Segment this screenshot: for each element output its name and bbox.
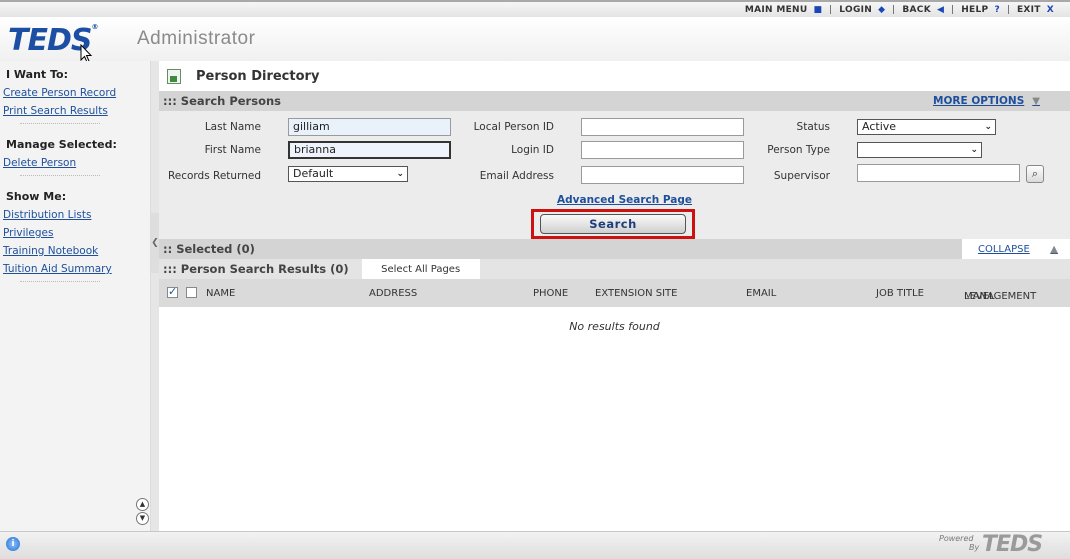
footer-teds-logo: TEDS bbox=[982, 532, 1043, 557]
sidebar: I Want To: Create Person Record Print Se… bbox=[0, 61, 151, 531]
footer: i Powered By TEDS bbox=[0, 531, 1070, 559]
last-name-label: Last Name bbox=[204, 121, 261, 133]
sidebar-heading-manage-selected: Manage Selected: bbox=[6, 138, 117, 151]
main-content: Person Directory ::: Search Persons MORE… bbox=[159, 61, 1070, 531]
sidebar-collapse-handle[interactable]: ❮ bbox=[151, 213, 159, 273]
email-address-input[interactable] bbox=[581, 166, 744, 184]
print-search-results-link[interactable]: Print Search Results bbox=[0, 105, 150, 117]
arrow-up-icon: ▲ bbox=[1050, 243, 1058, 255]
local-person-id-input[interactable] bbox=[581, 118, 744, 136]
training-notebook-link[interactable]: Training Notebook bbox=[0, 245, 150, 257]
sidebar-divider bbox=[20, 123, 100, 131]
create-person-record-link[interactable]: Create Person Record bbox=[0, 87, 150, 99]
select-all-checkbox[interactable] bbox=[167, 285, 178, 298]
nav-divider bbox=[830, 5, 832, 14]
login-id-label: Login ID bbox=[511, 144, 554, 156]
chevron-down-icon: ⌄ bbox=[970, 145, 978, 155]
advanced-search-page-link[interactable]: Advanced Search Page bbox=[557, 194, 692, 206]
column-extension-site[interactable]: EXTENSION SITE bbox=[595, 288, 677, 299]
results-column-header: NAME ADDRESS PHONE EXTENSION SITE EMAIL … bbox=[159, 279, 1070, 307]
nav-divider bbox=[952, 5, 954, 14]
column-name[interactable]: NAME bbox=[206, 288, 235, 299]
chevron-down-icon: ⌄ bbox=[396, 169, 404, 179]
row-select-checkbox[interactable] bbox=[186, 287, 197, 298]
diamond-icon: ◆ bbox=[878, 4, 886, 15]
help-link[interactable]: HELP ? bbox=[955, 5, 1006, 15]
no-results-message: No results found bbox=[569, 320, 660, 333]
email-address-label: Email Address bbox=[479, 170, 554, 182]
main-menu-link[interactable]: MAIN MENU ■ bbox=[739, 5, 828, 15]
square-icon: ■ bbox=[813, 4, 823, 15]
selected-header: :: Selected (0) COLLAPSE ▲ bbox=[159, 239, 1070, 259]
nav-divider bbox=[1007, 5, 1009, 14]
search-button[interactable]: Search bbox=[540, 214, 686, 234]
more-options-link[interactable]: MORE OPTIONS ▼ bbox=[933, 95, 1040, 107]
back-link[interactable]: BACK ◀ bbox=[896, 5, 950, 15]
sidebar-heading-i-want-to: I Want To: bbox=[6, 68, 69, 81]
top-navigation: MAIN MENU ■ LOGIN ◆ BACK ◀ HELP ? EXIT X bbox=[0, 0, 1070, 17]
sidebar-divider bbox=[20, 175, 100, 183]
tuition-aid-summary-link[interactable]: Tuition Aid Summary bbox=[0, 263, 150, 275]
first-name-input[interactable]: brianna bbox=[288, 141, 451, 159]
close-icon: X bbox=[1046, 4, 1054, 15]
select-all-pages-tab[interactable]: Select All Pages bbox=[361, 259, 480, 279]
page-header: Person Directory bbox=[159, 61, 1070, 91]
last-name-input[interactable]: gilliam bbox=[288, 118, 451, 136]
records-returned-label: Records Returned bbox=[167, 170, 261, 182]
login-link[interactable]: LOGIN ◆ bbox=[833, 5, 891, 15]
search-panel: Last Name gilliam First Name brianna Rec… bbox=[159, 111, 1070, 239]
sidebar-heading-show-me: Show Me: bbox=[6, 190, 67, 203]
status-select[interactable]: Active ⌄ bbox=[857, 119, 996, 135]
nav-divider bbox=[893, 5, 895, 14]
page-title: Person Directory bbox=[196, 68, 320, 84]
back-arrow-icon: ◀ bbox=[936, 4, 945, 15]
column-address[interactable]: ADDRESS bbox=[369, 288, 417, 299]
first-name-label: First Name bbox=[204, 144, 261, 156]
status-label: Status bbox=[796, 121, 830, 133]
app-header: TEDS® Administrator bbox=[0, 17, 1070, 63]
chevron-down-icon: ⌄ bbox=[984, 122, 992, 132]
delete-person-link[interactable]: Delete Person bbox=[0, 157, 150, 169]
supervisor-input[interactable] bbox=[857, 164, 1020, 182]
scroll-up-icon[interactable]: ▲ bbox=[136, 498, 149, 511]
login-id-input[interactable] bbox=[581, 141, 744, 159]
person-type-label: Person Type bbox=[767, 144, 830, 156]
person-type-select[interactable]: ⌄ bbox=[857, 142, 982, 158]
results-header: ::: Person Search Results (0) Select All… bbox=[159, 259, 1070, 279]
person-directory-icon bbox=[167, 68, 181, 84]
scroll-down-icon[interactable]: ▼ bbox=[136, 512, 149, 525]
records-returned-select[interactable]: Default ⌄ bbox=[288, 166, 408, 182]
arrow-down-icon: ▼ bbox=[1032, 95, 1040, 107]
privileges-link[interactable]: Privileges bbox=[0, 227, 150, 239]
supervisor-lookup-search-icon[interactable]: ⌕ bbox=[1026, 165, 1044, 183]
info-icon[interactable]: i bbox=[6, 537, 20, 551]
search-button-highlight: Search bbox=[531, 209, 695, 239]
exit-link[interactable]: EXIT X bbox=[1011, 5, 1060, 15]
collapse-link[interactable]: COLLAPSE ▲ bbox=[962, 239, 1070, 259]
powered-by-label: Powered By bbox=[939, 534, 980, 552]
supervisor-label: Supervisor bbox=[773, 170, 830, 182]
sidebar-splitter bbox=[151, 61, 159, 531]
local-person-id-label: Local Person ID bbox=[473, 121, 554, 133]
help-icon: ? bbox=[994, 4, 1000, 15]
search-persons-header: ::: Search Persons MORE OPTIONS ▼ bbox=[159, 91, 1070, 111]
sidebar-divider bbox=[20, 281, 100, 289]
app-title: Administrator bbox=[137, 28, 256, 49]
column-job-title[interactable]: JOB TITLE bbox=[876, 288, 924, 299]
distribution-lists-link[interactable]: Distribution Lists bbox=[0, 209, 150, 221]
column-phone[interactable]: PHONE bbox=[533, 288, 568, 299]
column-email[interactable]: EMAIL bbox=[746, 288, 776, 299]
